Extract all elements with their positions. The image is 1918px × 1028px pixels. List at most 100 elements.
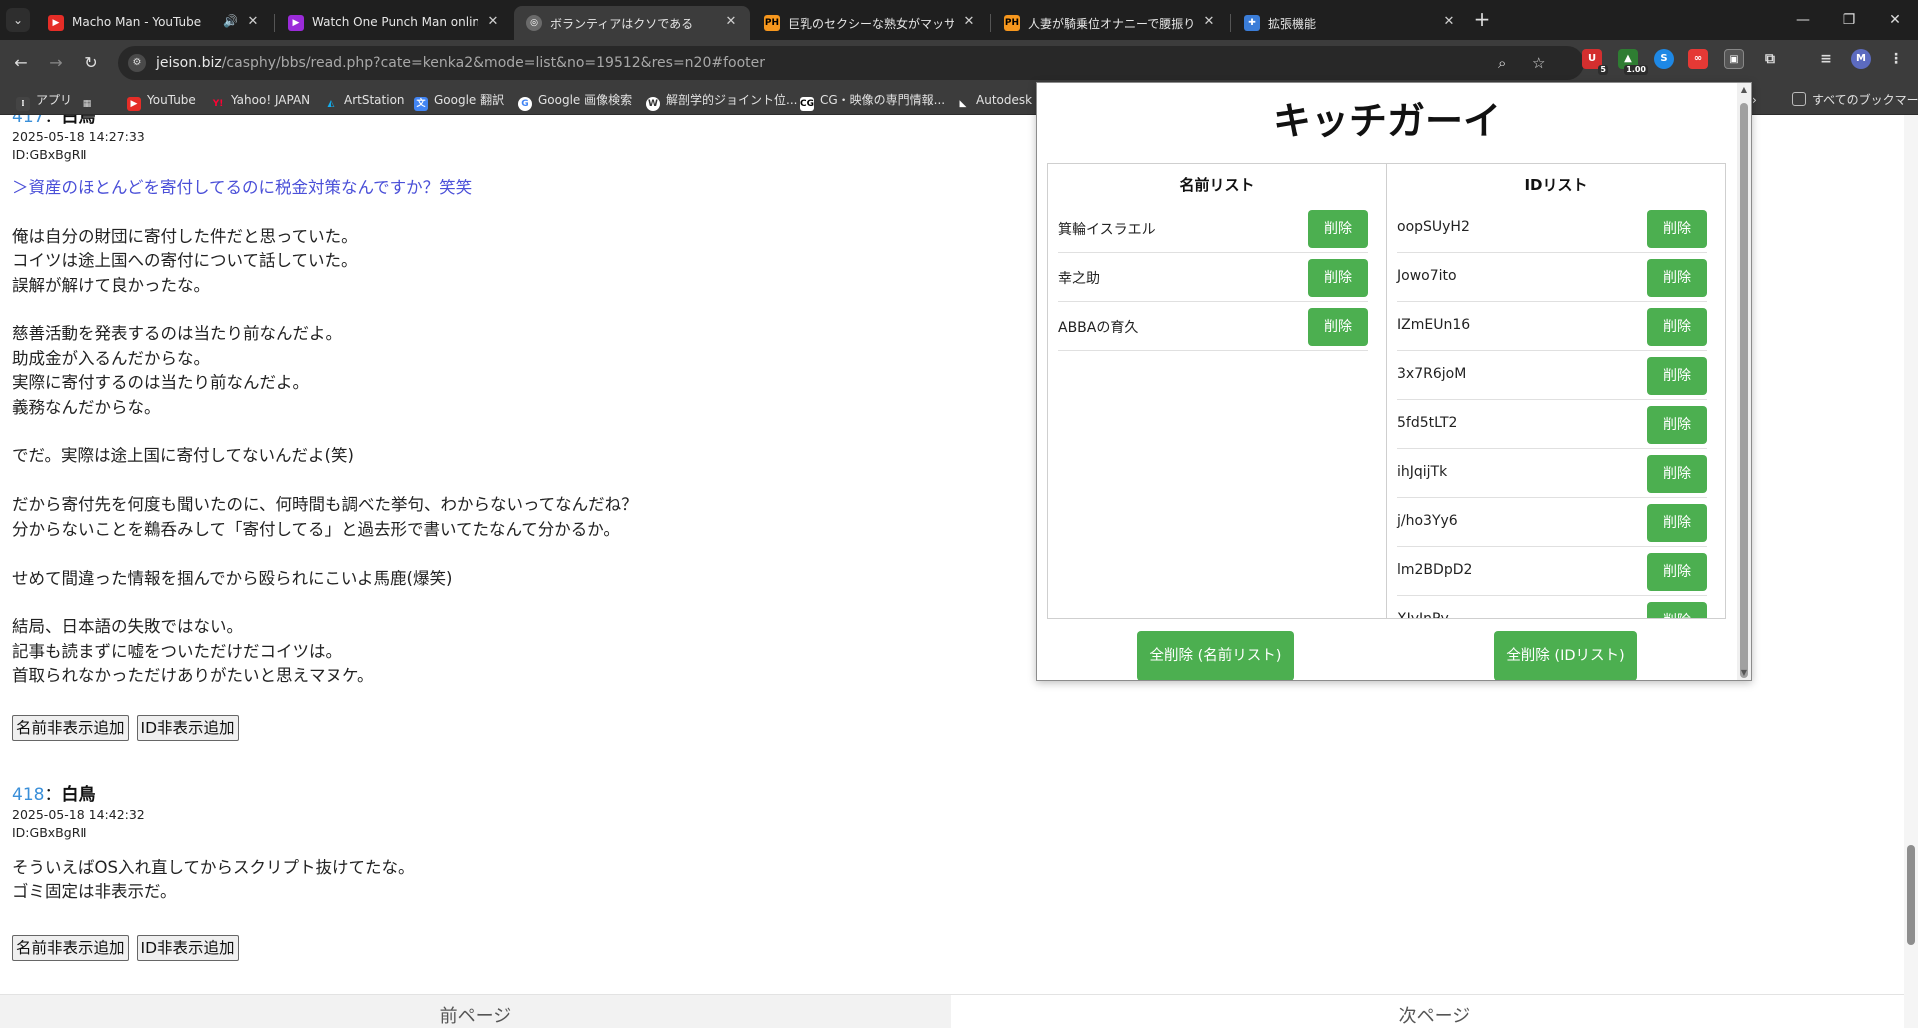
delete-button[interactable]: 削除 [1647,553,1707,591]
tab-close-icon[interactable]: ✕ [960,13,978,31]
extension-loop-icon[interactable]: ∞ [1688,49,1708,69]
post-date: 2025-05-18 14:27:33 [12,129,145,144]
delete-button[interactable]: 削除 [1308,210,1368,248]
next-page-link[interactable]: 次ページ [951,995,1918,1028]
tab-volunteer[interactable]: ◎ ボランティアはクソである ✕ [514,6,750,40]
hide-name-button[interactable]: 名前非表示追加 [12,934,129,961]
new-tab-button[interactable]: + [1470,8,1494,32]
delete-button[interactable]: 削除 [1647,455,1707,493]
bookmark-cg[interactable]: CG CG・映像の専門情報... [800,91,945,111]
id_list-row: XJyJnPy 削除 [1397,596,1707,618]
delete-button[interactable]: 削除 [1647,504,1707,542]
site-info-icon[interactable]: ⚙ [128,54,146,72]
hide-id-button[interactable]: ID非表示追加 [136,714,239,741]
tab-close-icon[interactable]: ✕ [722,13,740,31]
hide-id-button[interactable]: ID非表示追加 [136,934,239,961]
minimize-icon[interactable]: — [1780,0,1826,40]
extension-green-icon[interactable]: ▲ 1.00 [1618,49,1648,75]
tab-search-chevron-icon[interactable]: ⌄ [6,8,30,32]
prev-page-link[interactable]: 前ページ [0,995,951,1028]
clear-name-list-button[interactable]: 全削除 (名前リスト) [1137,631,1294,680]
tab-title: 巨乳のセクシーな熟女がマッサージ師 [788,17,954,31]
delete-button[interactable]: 削除 [1647,357,1707,395]
extension-active-icon[interactable]: ▣ [1724,49,1744,69]
artstation-icon: ◭ [327,99,335,109]
hide-name-button[interactable]: 名前非表示追加 [12,714,129,741]
page-scrollbar[interactable] [1904,115,1918,1028]
post-actions: 名前非表示追加 ID非表示追加 [12,934,414,961]
bookmark-label: Google 翻訳 [434,93,505,107]
delete-button[interactable]: 削除 [1647,406,1707,444]
globe-icon: ◎ [526,15,542,31]
post-author: 白鳥 [61,785,96,805]
name_list-entry: 幸之助 [1058,271,1100,287]
delete-button[interactable]: 削除 [1647,602,1707,618]
scroll-down-icon[interactable]: ▼ [1737,666,1751,680]
clear-id-list-button[interactable]: 全削除 (IDリスト) [1494,631,1637,680]
id_list-row: ihJqijTk 削除 [1397,449,1707,498]
speaker-icon[interactable]: 🔊 [223,14,238,28]
bookmark-grid[interactable]: ▦ [80,91,100,109]
tab-macho-man[interactable]: ▶ Macho Man - YouTube 🔊 ✕ [36,6,272,40]
id_list-row: lm2BDpD2 削除 [1397,547,1707,596]
reading-list-icon[interactable]: ≡ [1816,49,1836,69]
bookmark-apps[interactable]: ⁞ アプリ [16,91,72,111]
bookmark-yahoo[interactable]: Y! Yahoo! JAPAN [211,91,310,109]
popup-title: キッチガーイ [1272,99,1501,143]
profile-avatar[interactable]: M [1851,49,1871,69]
post-id: ID:GBxBgRⅡ [12,825,87,840]
id_list-row: Jowo7ito 削除 [1397,253,1707,302]
tab-extensions[interactable]: ✚ 拡張機能 ✕ [1232,6,1468,40]
bookmark-label: ArtStation [344,93,405,107]
youtube-icon: ▶ [48,15,64,31]
scroll-up-icon[interactable]: ▲ [1737,83,1751,97]
post-id: ID:GBxBgRⅡ [12,147,87,162]
restore-icon[interactable]: ❐ [1826,0,1872,40]
tab-ph-1[interactable]: PH 巨乳のセクシーな熟女がマッサージ師 ✕ [752,6,988,40]
bookmark-star-icon[interactable]: ☆ [1532,54,1545,72]
tab-close-icon[interactable]: ✕ [1440,13,1458,31]
id_list-row: oopSUyH2 削除 [1397,204,1707,253]
window-close-icon[interactable]: ✕ [1872,0,1918,40]
post-number[interactable]: 417 [12,115,44,127]
name-list-header: 名前リスト [1179,176,1255,194]
tab-one-punch-man[interactable]: ▶ Watch One Punch Man online f ✕ [276,6,512,40]
delete-button[interactable]: 削除 [1647,308,1707,346]
tab-close-icon[interactable]: ✕ [244,13,262,31]
extensions-puzzle-icon[interactable]: ⧉ [1760,49,1780,69]
translate-icon: 文 [414,97,428,111]
delete-button[interactable]: 削除 [1647,259,1707,297]
zoom-icon[interactable]: ⌕ [1498,54,1506,72]
delete-button[interactable]: 削除 [1308,308,1368,346]
bookmark-google-images[interactable]: G Google 画像検索 [518,91,632,111]
tab-close-icon[interactable]: ✕ [484,13,502,31]
bookmark-artstation[interactable]: ◭ ArtStation [324,91,405,109]
shazam-icon[interactable]: S [1654,49,1674,69]
address-bar[interactable]: ⚙ jeison.biz/casphy/bbs/read.php?cate=ke… [118,46,1584,80]
post-header: 417：白鳥 [12,115,638,128]
all-bookmarks[interactable]: すべてのブックマーク [1792,91,1918,109]
popup-scrollbar[interactable]: ▲ ▼ [1737,83,1751,680]
post-number[interactable]: 418 [12,785,44,805]
more-menu-icon[interactable]: ⋮ [1886,49,1906,69]
forward-arrow-icon[interactable]: → [43,50,69,76]
extension-red-icon[interactable]: U5 [1582,49,1608,75]
url-text[interactable]: jeison.biz/casphy/bbs/read.php?cate=kenk… [156,55,765,71]
tab-ph-2[interactable]: PH 人妻が騎乗位オナニーで腰振りまく ✕ [992,6,1228,40]
id-list-panel[interactable]: IDリスト oopSUyH2 削除 Jowo7ito 削除 IZmEUn16 削除 3x7R… [1386,163,1726,619]
chevron-right-icon[interactable]: › [1752,91,1757,109]
id_list-entry: ihJqijTk [1397,464,1448,480]
bookmark-google-translate[interactable]: 文 Google 翻訳 [414,91,505,111]
tab-strip: ⌄ ▶ Macho Man - YouTube 🔊 ✕ ▶ Watch One … [0,0,1918,40]
id_list-entry: oopSUyH2 [1397,219,1470,235]
bookmark-anatomy[interactable]: W 解剖学的ジョイント位... [646,91,797,111]
bookmark-youtube[interactable]: ▶ YouTube [127,91,196,111]
tab-close-icon[interactable]: ✕ [1200,13,1218,31]
scrollbar-thumb[interactable] [1740,103,1748,678]
reload-icon[interactable]: ↻ [78,50,104,76]
delete-button[interactable]: 削除 [1308,259,1368,297]
back-arrow-icon[interactable]: ← [8,50,34,76]
scrollbar-thumb[interactable] [1907,845,1915,945]
delete-button[interactable]: 削除 [1647,210,1707,248]
bookmark-autodesk[interactable]: ◣ Autodesk C [956,91,1045,109]
